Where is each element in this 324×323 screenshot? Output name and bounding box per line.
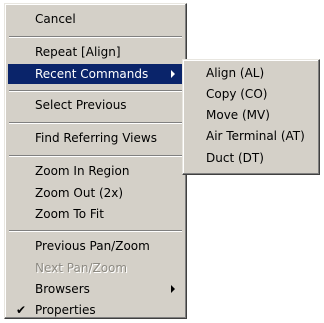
menu-item-zoom-to-fit[interactable]: Zoom To Fit [8, 204, 183, 224]
menu-separator [9, 155, 182, 157]
menu-item-label: Next Pan/Zoom [35, 261, 128, 275]
menu-item-label: Find Referring Views [35, 131, 157, 145]
submenu-arrow-icon [171, 70, 175, 78]
submenu-item-label: Move (MV) [206, 108, 270, 122]
context-menu: Cancel Repeat [Align] Recent Commands Se… [4, 3, 187, 319]
checkmark-icon: ✔ [15, 303, 27, 317]
menu-item-label: Zoom To Fit [35, 207, 104, 221]
menu-item-label: Browsers [35, 282, 90, 296]
menu-item-label: Zoom Out (2x) [35, 186, 124, 200]
menu-item-label: Recent Commands [35, 67, 149, 81]
submenu-item-label: Air Terminal (AT) [206, 129, 305, 143]
submenu-item-label: Copy (CO) [206, 87, 268, 101]
submenu-item-duct[interactable]: Duct (DT) [186, 148, 316, 168]
menu-separator [9, 122, 182, 124]
submenu-item-air-terminal[interactable]: Air Terminal (AT) [186, 126, 316, 146]
menu-item-cancel[interactable]: Cancel [8, 9, 183, 29]
menu-item-properties[interactable]: ✔ Properties [8, 300, 183, 320]
submenu-item-label: Align (AL) [206, 66, 265, 80]
submenu-item-align[interactable]: Align (AL) [186, 63, 316, 83]
menu-separator [9, 36, 182, 38]
menu-item-label: Properties [35, 303, 96, 317]
recent-commands-submenu: Align (AL) Copy (CO) Move (MV) Air Termi… [182, 59, 320, 175]
submenu-arrow-icon [171, 285, 175, 293]
menu-item-browsers[interactable]: Browsers [8, 279, 183, 299]
menu-item-label: Previous Pan/Zoom [35, 239, 150, 253]
submenu-item-move[interactable]: Move (MV) [186, 105, 316, 125]
menu-item-label: Cancel [35, 12, 76, 26]
menu-item-zoom-out[interactable]: Zoom Out (2x) [8, 183, 183, 203]
menu-separator [9, 90, 182, 92]
menu-item-repeat[interactable]: Repeat [Align] [8, 42, 183, 62]
menu-item-recent-commands[interactable]: Recent Commands [8, 64, 183, 84]
menu-item-next-pan-zoom: Next Pan/Zoom [8, 258, 183, 278]
menu-item-label: Zoom In Region [35, 164, 130, 178]
submenu-item-label: Duct (DT) [206, 151, 264, 165]
menu-item-label: Repeat [Align] [35, 45, 121, 59]
menu-item-find-referring-views[interactable]: Find Referring Views [8, 128, 183, 148]
menu-item-select-previous[interactable]: Select Previous [8, 95, 183, 115]
menu-separator [9, 230, 182, 232]
menu-item-label: Select Previous [35, 98, 127, 112]
menu-item-previous-pan-zoom[interactable]: Previous Pan/Zoom [8, 236, 183, 256]
menu-item-zoom-in-region[interactable]: Zoom In Region [8, 161, 183, 181]
submenu-item-copy[interactable]: Copy (CO) [186, 84, 316, 104]
